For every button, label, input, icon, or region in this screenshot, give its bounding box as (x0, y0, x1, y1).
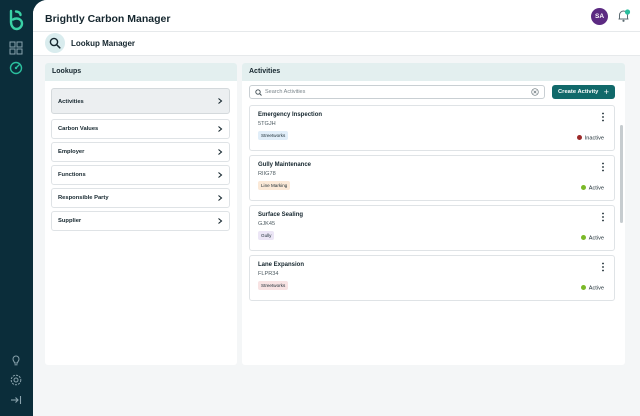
search-icon (255, 89, 262, 96)
activity-code: RIIG78 (258, 171, 276, 177)
lookups-panel-title: Lookups (45, 63, 237, 81)
lookup-item-carbon-values[interactable]: Carbon Values (51, 119, 230, 139)
more-options-icon[interactable] (600, 262, 606, 272)
activity-card[interactable]: Gully Maintenance RIIG78 Line Marking Ac… (249, 155, 615, 201)
activity-tag: Streetworks (258, 131, 289, 140)
lookup-item-label: Activities (58, 99, 84, 105)
activities-panel-title: Activities (242, 63, 625, 81)
status-badge: Active (580, 185, 604, 192)
grid-icon[interactable] (9, 41, 23, 55)
status-badge: Active (580, 285, 604, 292)
page-title: Lookup Manager (71, 39, 136, 48)
chevron-right-icon (218, 172, 223, 178)
activity-name: Gully Maintenance (258, 162, 312, 168)
activity-code: GJK45 (258, 221, 276, 227)
activity-code: FLPR34 (258, 271, 279, 277)
activity-code: 5TGJH (258, 121, 276, 127)
create-activity-button[interactable]: Create Activity + (552, 85, 615, 99)
scrollbar[interactable] (620, 125, 623, 223)
brightly-logo-icon[interactable] (7, 9, 26, 31)
logout-icon[interactable] (9, 393, 23, 407)
activity-name: Surface Sealing (258, 212, 304, 218)
lightbulb-icon[interactable] (9, 353, 23, 367)
main-content: Lookups Activities Carbon Values Employe… (33, 56, 640, 416)
chevron-right-icon (218, 218, 223, 224)
status-badge: Active (580, 235, 604, 242)
page-header: Lookup Manager (33, 32, 640, 56)
activity-card[interactable]: Lane Expansion FLPR34 Streetworks Active (249, 255, 615, 301)
status-dot-icon (580, 285, 586, 290)
activity-name: Lane Expansion (258, 262, 305, 268)
nav-rail (0, 0, 33, 416)
chevron-right-icon (218, 126, 223, 132)
gauge-icon[interactable] (9, 61, 23, 75)
lookup-item-supplier[interactable]: Supplier (51, 211, 230, 231)
lookup-item-functions[interactable]: Functions (51, 165, 230, 185)
user-avatar[interactable]: SA (591, 8, 608, 25)
activity-name: Emergency Inspection (258, 112, 323, 118)
app-title: Brightly Carbon Manager (45, 13, 171, 25)
activities-panel: Activities Create Activity + E (242, 63, 625, 365)
lookup-item-activities[interactable]: Activities (51, 88, 230, 114)
settings-icon[interactable] (9, 373, 23, 387)
chevron-right-icon (218, 195, 223, 201)
more-options-icon[interactable] (600, 112, 606, 122)
status-dot-icon (580, 235, 586, 240)
lookup-item-label: Supplier (58, 218, 82, 224)
page-icon (45, 33, 65, 53)
activity-tag: Gully (258, 231, 275, 240)
plus-icon: + (603, 87, 609, 97)
top-bar: Brightly Carbon Manager SA (33, 0, 640, 32)
lookup-item-responsible-party[interactable]: Responsible Party (51, 188, 230, 208)
lookup-item-label: Employer (58, 149, 85, 155)
chevron-right-icon (218, 149, 223, 155)
more-options-icon[interactable] (600, 212, 606, 222)
activity-tag: Streetworks (258, 281, 289, 290)
create-activity-label: Create Activity (558, 89, 599, 95)
app-window: Brightly Carbon Manager SA Lookup Manage… (33, 0, 640, 416)
lookups-panel: Lookups Activities Carbon Values Employe… (45, 63, 237, 365)
status-badge: Inactive (576, 135, 604, 142)
search-input[interactable] (265, 87, 525, 97)
activity-card[interactable]: Surface Sealing GJK45 Gully Active (249, 205, 615, 251)
more-options-icon[interactable] (600, 162, 606, 172)
search-icon (49, 37, 61, 49)
lookup-item-label: Functions (58, 172, 86, 178)
notification-bell-icon[interactable] (616, 8, 631, 23)
activity-tag: Line Marking (258, 181, 291, 190)
clear-search-icon[interactable] (531, 88, 539, 96)
search-box (249, 85, 545, 99)
activity-card[interactable]: Emergency Inspection 5TGJH Streetworks I… (249, 105, 615, 151)
lookup-item-label: Responsible Party (58, 195, 109, 201)
status-dot-icon (580, 185, 586, 190)
lookup-item-employer[interactable]: Employer (51, 142, 230, 162)
status-dot-icon (576, 135, 582, 140)
chevron-right-icon (218, 98, 223, 104)
lookup-item-label: Carbon Values (58, 126, 99, 132)
